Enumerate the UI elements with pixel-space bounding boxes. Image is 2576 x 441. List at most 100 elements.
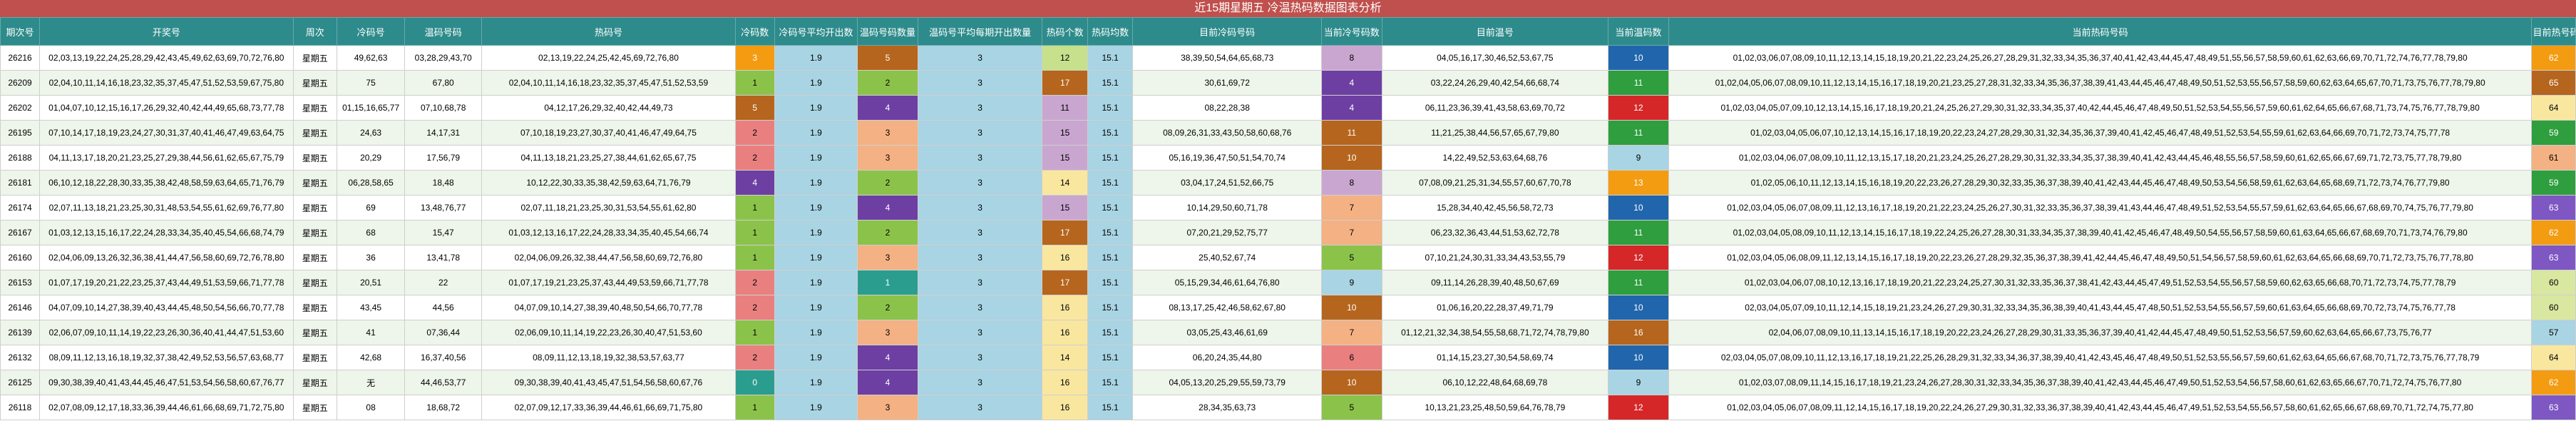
current-cold-count-cell: 10 xyxy=(1320,370,1382,395)
warm-count-cell: 2 xyxy=(857,220,918,245)
current-warm-count-cell: 10 xyxy=(1608,295,1669,320)
draw-numbers-cell: 02,03,13,19,22,24,25,28,29,42,43,45,49,6… xyxy=(39,45,294,71)
current-warm-count-cell: 10 xyxy=(1608,45,1669,71)
data-table: 期次号 开奖号 周次 冷码号 温码号码 热码号 冷码数 冷码号平均开出数 温码号… xyxy=(0,17,2576,420)
current-hot-cell: 01,02,03,04,05,06,07,10,12,13,14,15,16,1… xyxy=(1668,120,2533,146)
cold-count-cell: 1 xyxy=(734,195,775,220)
hot-avg-cell: 15.1 xyxy=(1087,395,1134,420)
hot-numbers-cell: 09,30,38,39,40,41,43,45,47,51,54,56,58,6… xyxy=(481,370,736,395)
cold-count-cell: 4 xyxy=(734,170,775,196)
issue-cell: 26188 xyxy=(0,145,41,171)
table-row: 26209 02,04,10,11,14,16,18,23,32,35,37,45… xyxy=(0,70,2576,96)
hot-count-cell: 16 xyxy=(1042,320,1088,345)
draw-numbers-cell: 06,10,12,18,22,28,30,33,35,38,42,48,58,5… xyxy=(39,170,294,196)
draw-numbers-cell: 08,09,11,12,13,16,18,19,32,37,38,42,49,5… xyxy=(39,345,294,370)
issue-cell: 26139 xyxy=(0,320,41,345)
current-warm-cell: 11,21,25,38,44,56,57,65,67,79,80 xyxy=(1381,120,1609,146)
issue-cell: 26160 xyxy=(0,245,41,270)
draw-numbers-cell: 02,04,06,09,13,26,32,36,38,41,44,47,56,5… xyxy=(39,245,294,270)
draw-numbers-cell: 02,04,10,11,14,16,18,23,32,35,37,45,47,5… xyxy=(39,70,294,96)
current-cold-count-cell: 4 xyxy=(1320,95,1382,121)
current-warm-count-cell: 12 xyxy=(1608,395,1669,420)
table-row: 26146 04,07,09,10,14,27,38,39,40,43,44,45… xyxy=(0,295,2576,320)
week-cell: 星期五 xyxy=(292,45,337,71)
current-cold-count-cell: 10 xyxy=(1320,145,1382,171)
current-warm-count-cell: 12 xyxy=(1608,245,1669,270)
current-warm-cell: 09,11,14,26,28,39,40,48,50,67,69 xyxy=(1381,270,1609,295)
draw-numbers-cell: 02,07,11,13,18,21,23,25,30,31,48,53,54,5… xyxy=(39,195,294,220)
table-row: 26188 04,11,13,17,18,20,21,23,25,27,29,38… xyxy=(0,145,2576,171)
cold-numbers-cell: 01,15,16,65,77 xyxy=(336,95,406,121)
hot-count-cell: 11 xyxy=(1042,95,1088,121)
hot-numbers-cell: 04,12,17,26,29,32,40,42,44,49,73 xyxy=(481,95,736,121)
current-cold-count-cell: 9 xyxy=(1320,270,1382,295)
week-cell: 星期五 xyxy=(292,295,337,320)
header-warm: 温码号码 xyxy=(404,17,483,46)
current-hot-count-cell: 57 xyxy=(2531,320,2576,345)
week-cell: 星期五 xyxy=(292,170,337,196)
table-row: 26195 07,10,14,17,18,19,23,24,27,30,31,37… xyxy=(0,120,2576,146)
warm-count-cell: 3 xyxy=(857,320,918,345)
table-row: 26174 02,07,11,13,18,21,23,25,30,31,48,53… xyxy=(0,195,2576,220)
warm-avg-cell: 3 xyxy=(917,145,1043,171)
current-warm-count-cell: 9 xyxy=(1608,370,1669,395)
warm-numbers-cell: 07,36,44 xyxy=(404,320,483,345)
current-warm-count-cell: 12 xyxy=(1608,95,1669,121)
current-cold-count-cell: 6 xyxy=(1320,345,1382,370)
current-cold-cell: 25,40,52,67,74 xyxy=(1132,245,1322,270)
cold-avg-cell: 1.9 xyxy=(774,195,858,220)
hot-count-cell: 15 xyxy=(1042,145,1088,171)
page: 近15期星期五 冷温热码数据图表分析 期次号 开奖号 周次 冷码号 温码号码 热… xyxy=(0,0,2576,441)
hot-numbers-cell: 02,04,06,09,26,32,38,44,47,56,58,60,69,7… xyxy=(481,245,736,270)
hot-count-cell: 16 xyxy=(1042,395,1088,420)
current-cold-cell: 08,22,28,38 xyxy=(1132,95,1322,121)
hot-count-cell: 16 xyxy=(1042,295,1088,320)
header-warm-avg: 温码号平均每期开出数量 xyxy=(917,17,1043,46)
week-cell: 星期五 xyxy=(292,245,337,270)
warm-numbers-cell: 03,28,29,43,70 xyxy=(404,45,483,71)
hot-numbers-cell: 01,07,17,19,21,23,25,37,43,44,49,53,59,6… xyxy=(481,270,736,295)
warm-avg-cell: 3 xyxy=(917,120,1043,146)
cold-avg-cell: 1.9 xyxy=(774,145,858,171)
current-warm-cell: 10,13,21,23,25,48,50,59,64,76,78,79 xyxy=(1381,395,1609,420)
current-hot-count-cell: 59 xyxy=(2531,170,2576,196)
hot-count-cell: 15 xyxy=(1042,195,1088,220)
table-row: 26167 01,03,12,13,15,16,17,22,24,28,33,34… xyxy=(0,220,2576,245)
hot-avg-cell: 15.1 xyxy=(1087,320,1134,345)
warm-avg-cell: 3 xyxy=(917,270,1043,295)
header-current-cold: 目前冷码号码 xyxy=(1132,17,1322,46)
warm-count-cell: 3 xyxy=(857,395,918,420)
hot-avg-cell: 15.1 xyxy=(1087,295,1134,320)
warm-count-cell: 5 xyxy=(857,45,918,71)
warm-avg-cell: 3 xyxy=(917,320,1043,345)
current-hot-cell: 02,04,06,07,08,09,10,11,13,14,15,16,17,1… xyxy=(1668,320,2533,345)
warm-count-cell: 2 xyxy=(857,295,918,320)
current-warm-count-cell: 9 xyxy=(1608,145,1669,171)
cold-count-cell: 2 xyxy=(734,270,775,295)
cold-count-cell: 0 xyxy=(734,370,775,395)
week-cell: 星期五 xyxy=(292,70,337,96)
current-hot-cell: 02,03,04,05,07,09,10,11,12,14,15,18,19,2… xyxy=(1668,295,2533,320)
current-hot-cell: 01,02,03,07,08,09,11,14,15,16,17,18,19,2… xyxy=(1668,370,2533,395)
current-cold-cell: 06,20,24,35,44,80 xyxy=(1132,345,1322,370)
week-cell: 星期五 xyxy=(292,345,337,370)
cold-count-cell: 3 xyxy=(734,45,775,71)
draw-numbers-cell: 01,04,07,10,12,15,16,17,26,29,32,40,42,4… xyxy=(39,95,294,121)
current-warm-cell: 04,05,16,17,30,46,52,53,67,75 xyxy=(1381,45,1609,71)
cold-numbers-cell: 42,68 xyxy=(336,345,406,370)
warm-avg-cell: 3 xyxy=(917,45,1043,71)
hot-avg-cell: 15.1 xyxy=(1087,270,1134,295)
draw-numbers-cell: 02,07,08,09,12,17,18,33,36,39,44,46,61,6… xyxy=(39,395,294,420)
cold-avg-cell: 1.9 xyxy=(774,95,858,121)
warm-numbers-cell: 16,37,40,56 xyxy=(404,345,483,370)
current-hot-count-cell: 60 xyxy=(2531,295,2576,320)
current-cold-cell: 38,39,50,54,64,65,68,73 xyxy=(1132,45,1322,71)
warm-avg-cell: 3 xyxy=(917,170,1043,196)
warm-avg-cell: 3 xyxy=(917,195,1043,220)
warm-numbers-cell: 22 xyxy=(404,270,483,295)
warm-numbers-cell: 67,80 xyxy=(404,70,483,96)
header-cold-avg: 冷码号平均开出数 xyxy=(774,17,858,46)
warm-numbers-cell: 44,56 xyxy=(404,295,483,320)
issue-cell: 26209 xyxy=(0,70,41,96)
draw-numbers-cell: 09,30,38,39,40,41,43,44,45,46,47,51,53,5… xyxy=(39,370,294,395)
